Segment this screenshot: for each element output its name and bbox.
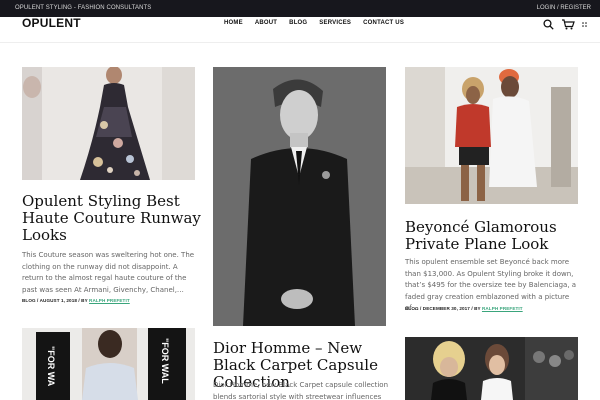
post1-excerpt: This Couture season was sweltering hot o…: [22, 251, 195, 294]
post2-author-link[interactable]: RALPH PREFETIT: [482, 306, 523, 311]
nav-home[interactable]: HOME: [224, 20, 243, 27]
post2-title[interactable]: Beyoncé Glamorous Private Plane Look: [405, 219, 585, 253]
post4-image[interactable]: "FOR WA "FOR WAL: [22, 328, 195, 400]
cart-icon[interactable]: [561, 19, 575, 30]
boot-right-text: "FOR WAL: [160, 338, 170, 384]
post3-image[interactable]: [405, 67, 578, 204]
menu-dots-icon[interactable]: [582, 22, 587, 27]
nav-services[interactable]: SERVICES: [319, 20, 351, 27]
site-logo[interactable]: OPULENT: [22, 17, 81, 29]
post3-excerpt: Dior Homme, new Black Carpet capsule col…: [213, 381, 389, 400]
nav-blog[interactable]: BLOG: [289, 20, 307, 27]
nav-about[interactable]: ABOUT: [255, 20, 277, 27]
nav-contact-us[interactable]: CONTACT US: [363, 20, 404, 27]
post1-image[interactable]: [22, 67, 195, 180]
main-nav: HOME ABOUT BLOG SERVICES CONTACT US: [224, 20, 416, 27]
login-register-link[interactable]: LOGIN / REGISTER: [537, 5, 591, 12]
search-icon[interactable]: [543, 19, 554, 30]
post2-meta-text: BLOG / DECEMBER 30, 2017 / BY: [405, 306, 481, 311]
boot-left-text: "FOR WA: [46, 346, 56, 387]
post1-meta-text: BLOG / AUGUST 1, 2018 / BY: [22, 298, 88, 303]
post2-image[interactable]: [213, 67, 386, 326]
site-tagline: OPULENT STYLING - FASHION CONSULTANTS: [15, 5, 152, 11]
top-bar: OPULENT STYLING - FASHION CONSULTANTS LO…: [0, 0, 600, 17]
post1-title[interactable]: Opulent Styling Best Haute Couture Runwa…: [22, 193, 202, 244]
post1-meta: BLOG / AUGUST 1, 2018 / BY RALPH PREFETI…: [22, 298, 130, 304]
post1-author-link[interactable]: RALPH PREFETIT: [89, 298, 130, 303]
post5-image[interactable]: [405, 337, 578, 400]
post2-meta: BLOG / DECEMBER 30, 2017 / BY RALPH PREF…: [405, 306, 523, 312]
